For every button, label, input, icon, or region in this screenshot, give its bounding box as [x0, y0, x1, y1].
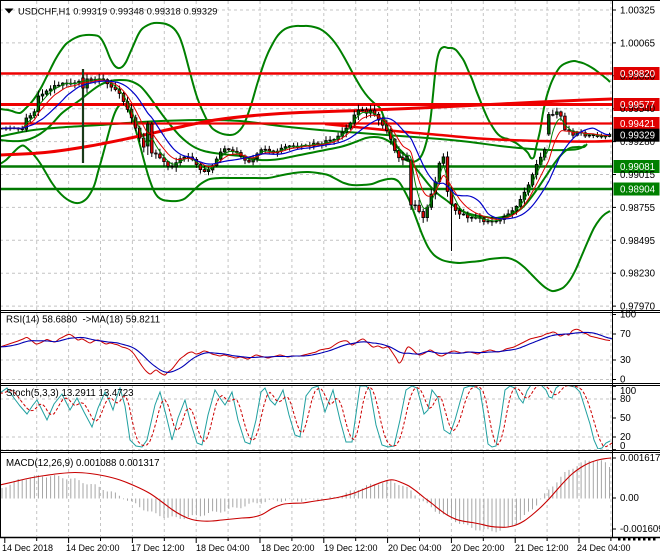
svg-text:-0.001609: -0.001609: [620, 524, 660, 535]
svg-text:0.98755: 0.98755: [620, 203, 655, 214]
svg-text:20 Dec 04:00: 20 Dec 04:00: [388, 543, 442, 553]
svg-text:0.99421: 0.99421: [620, 119, 655, 130]
svg-text:14 Dec 20:00: 14 Dec 20:00: [66, 543, 120, 553]
svg-text:0.99820: 0.99820: [620, 69, 656, 80]
svg-text:100: 100: [620, 310, 637, 321]
svg-text:70: 70: [620, 329, 631, 340]
svg-text:0: 0: [620, 375, 626, 386]
svg-text:MACD(12,26,9) 0.001088 0.00131: MACD(12,26,9) 0.001088 0.001317: [6, 458, 160, 469]
svg-text:80: 80: [620, 394, 631, 405]
svg-text:Stoch(5,3,3) 13.2911 13.4723: Stoch(5,3,3) 13.2911 13.4723: [6, 388, 133, 399]
svg-text:0.00: 0.00: [620, 493, 639, 504]
svg-text:0: 0: [620, 441, 626, 452]
svg-text:1.00325: 1.00325: [620, 6, 655, 17]
svg-text:50: 50: [620, 413, 631, 424]
svg-text:USDCHF,H1 0.99319 0.99348 0.99: USDCHF,H1 0.99319 0.99348 0.99318 0.9932…: [18, 7, 218, 17]
svg-text:0.99329: 0.99329: [620, 131, 655, 142]
svg-text:21 Dec 12:00: 21 Dec 12:00: [515, 543, 569, 553]
svg-text:0.99577: 0.99577: [620, 100, 655, 111]
svg-text:19 Dec 12:00: 19 Dec 12:00: [324, 543, 378, 553]
svg-text:30: 30: [620, 355, 631, 366]
svg-text:14 Dec 2018: 14 Dec 2018: [2, 543, 53, 553]
svg-text:17 Dec 12:00: 17 Dec 12:00: [131, 543, 185, 553]
svg-text:0.98904: 0.98904: [620, 185, 656, 196]
svg-text:0.98230: 0.98230: [620, 269, 656, 280]
svg-text:18 Dec 20:00: 18 Dec 20:00: [261, 543, 315, 553]
svg-text:RSI(14) 58.6880 ->MA(18) 59.8: RSI(14) 58.6880 ->MA(18) 59.8211: [6, 315, 160, 326]
svg-text:24 Dec 04:00: 24 Dec 04:00: [577, 543, 631, 553]
svg-text:18 Dec 04:00: 18 Dec 04:00: [196, 543, 250, 553]
svg-text:1.00065: 1.00065: [620, 38, 655, 49]
svg-text:20 Dec 20:00: 20 Dec 20:00: [451, 543, 505, 553]
svg-text:0.99081: 0.99081: [620, 162, 655, 173]
svg-text:0.98495: 0.98495: [620, 236, 655, 247]
svg-text:0.001617: 0.001617: [620, 453, 660, 464]
